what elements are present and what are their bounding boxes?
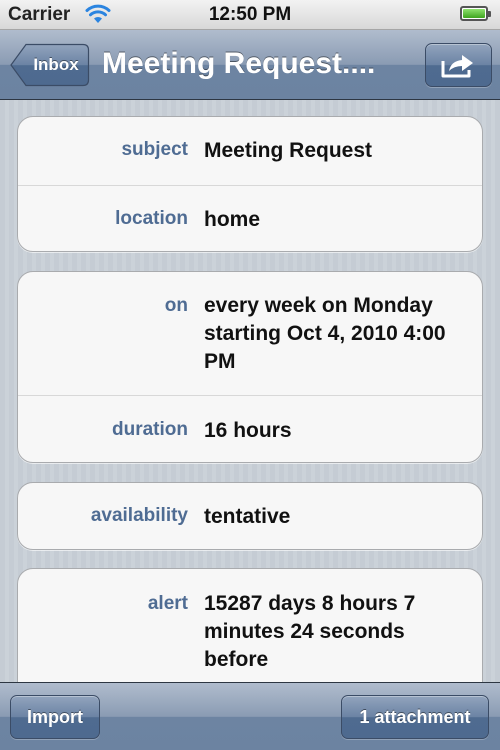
location-label: location bbox=[115, 208, 188, 229]
group-availability: availability tentative bbox=[17, 482, 483, 550]
status-time: 12:50 PM bbox=[208, 4, 292, 25]
row-subject: subject Meeting Request bbox=[18, 117, 482, 185]
group-alert: alert 15287 days 8 hours 7 minutes 24 se… bbox=[17, 568, 483, 682]
back-button-inbox[interactable]: Inbox bbox=[10, 43, 90, 87]
on-label: on bbox=[164, 295, 188, 316]
row-location: location home bbox=[18, 185, 482, 251]
subject-label: subject bbox=[121, 139, 188, 160]
share-button[interactable] bbox=[425, 43, 492, 87]
page-title: Meeting Request.... bbox=[102, 47, 376, 80]
row-alert: alert 15287 days 8 hours 7 minutes 24 se… bbox=[18, 569, 482, 682]
row-on: on every week on Monday starting Oct 4, … bbox=[18, 272, 482, 395]
bottom-toolbar: Import 1 attachment bbox=[0, 682, 500, 750]
availability-value: tentative bbox=[204, 505, 291, 528]
back-button-label: Inbox bbox=[33, 55, 79, 74]
share-icon bbox=[441, 55, 473, 78]
status-bar: Carrier 12:50 PM bbox=[0, 0, 500, 30]
battery-icon bbox=[460, 6, 491, 21]
attachment-button[interactable]: 1 attachment bbox=[341, 695, 489, 739]
import-button[interactable]: Import bbox=[10, 695, 100, 739]
location-value: home bbox=[204, 208, 261, 231]
duration-label: duration bbox=[112, 419, 188, 440]
event-details: subject Meeting Request location home on… bbox=[0, 100, 500, 682]
row-duration: duration 16 hours bbox=[18, 395, 482, 462]
group-schedule: on every week on Monday starting Oct 4, … bbox=[17, 271, 483, 463]
on-value: every week on Monday starting Oct 4, 201… bbox=[204, 294, 446, 373]
battery-level bbox=[463, 9, 485, 18]
availability-label: availability bbox=[90, 505, 188, 526]
duration-value: 16 hours bbox=[204, 419, 292, 442]
subject-value: Meeting Request bbox=[204, 139, 373, 162]
row-availability: availability tentative bbox=[18, 483, 482, 549]
alert-label: alert bbox=[147, 593, 188, 614]
group-subject-location: subject Meeting Request location home bbox=[17, 116, 483, 252]
alert-value: 15287 days 8 hours 7 minutes 24 seconds … bbox=[204, 592, 416, 671]
navigation-bar: Inbox Meeting Request.... bbox=[0, 30, 500, 100]
